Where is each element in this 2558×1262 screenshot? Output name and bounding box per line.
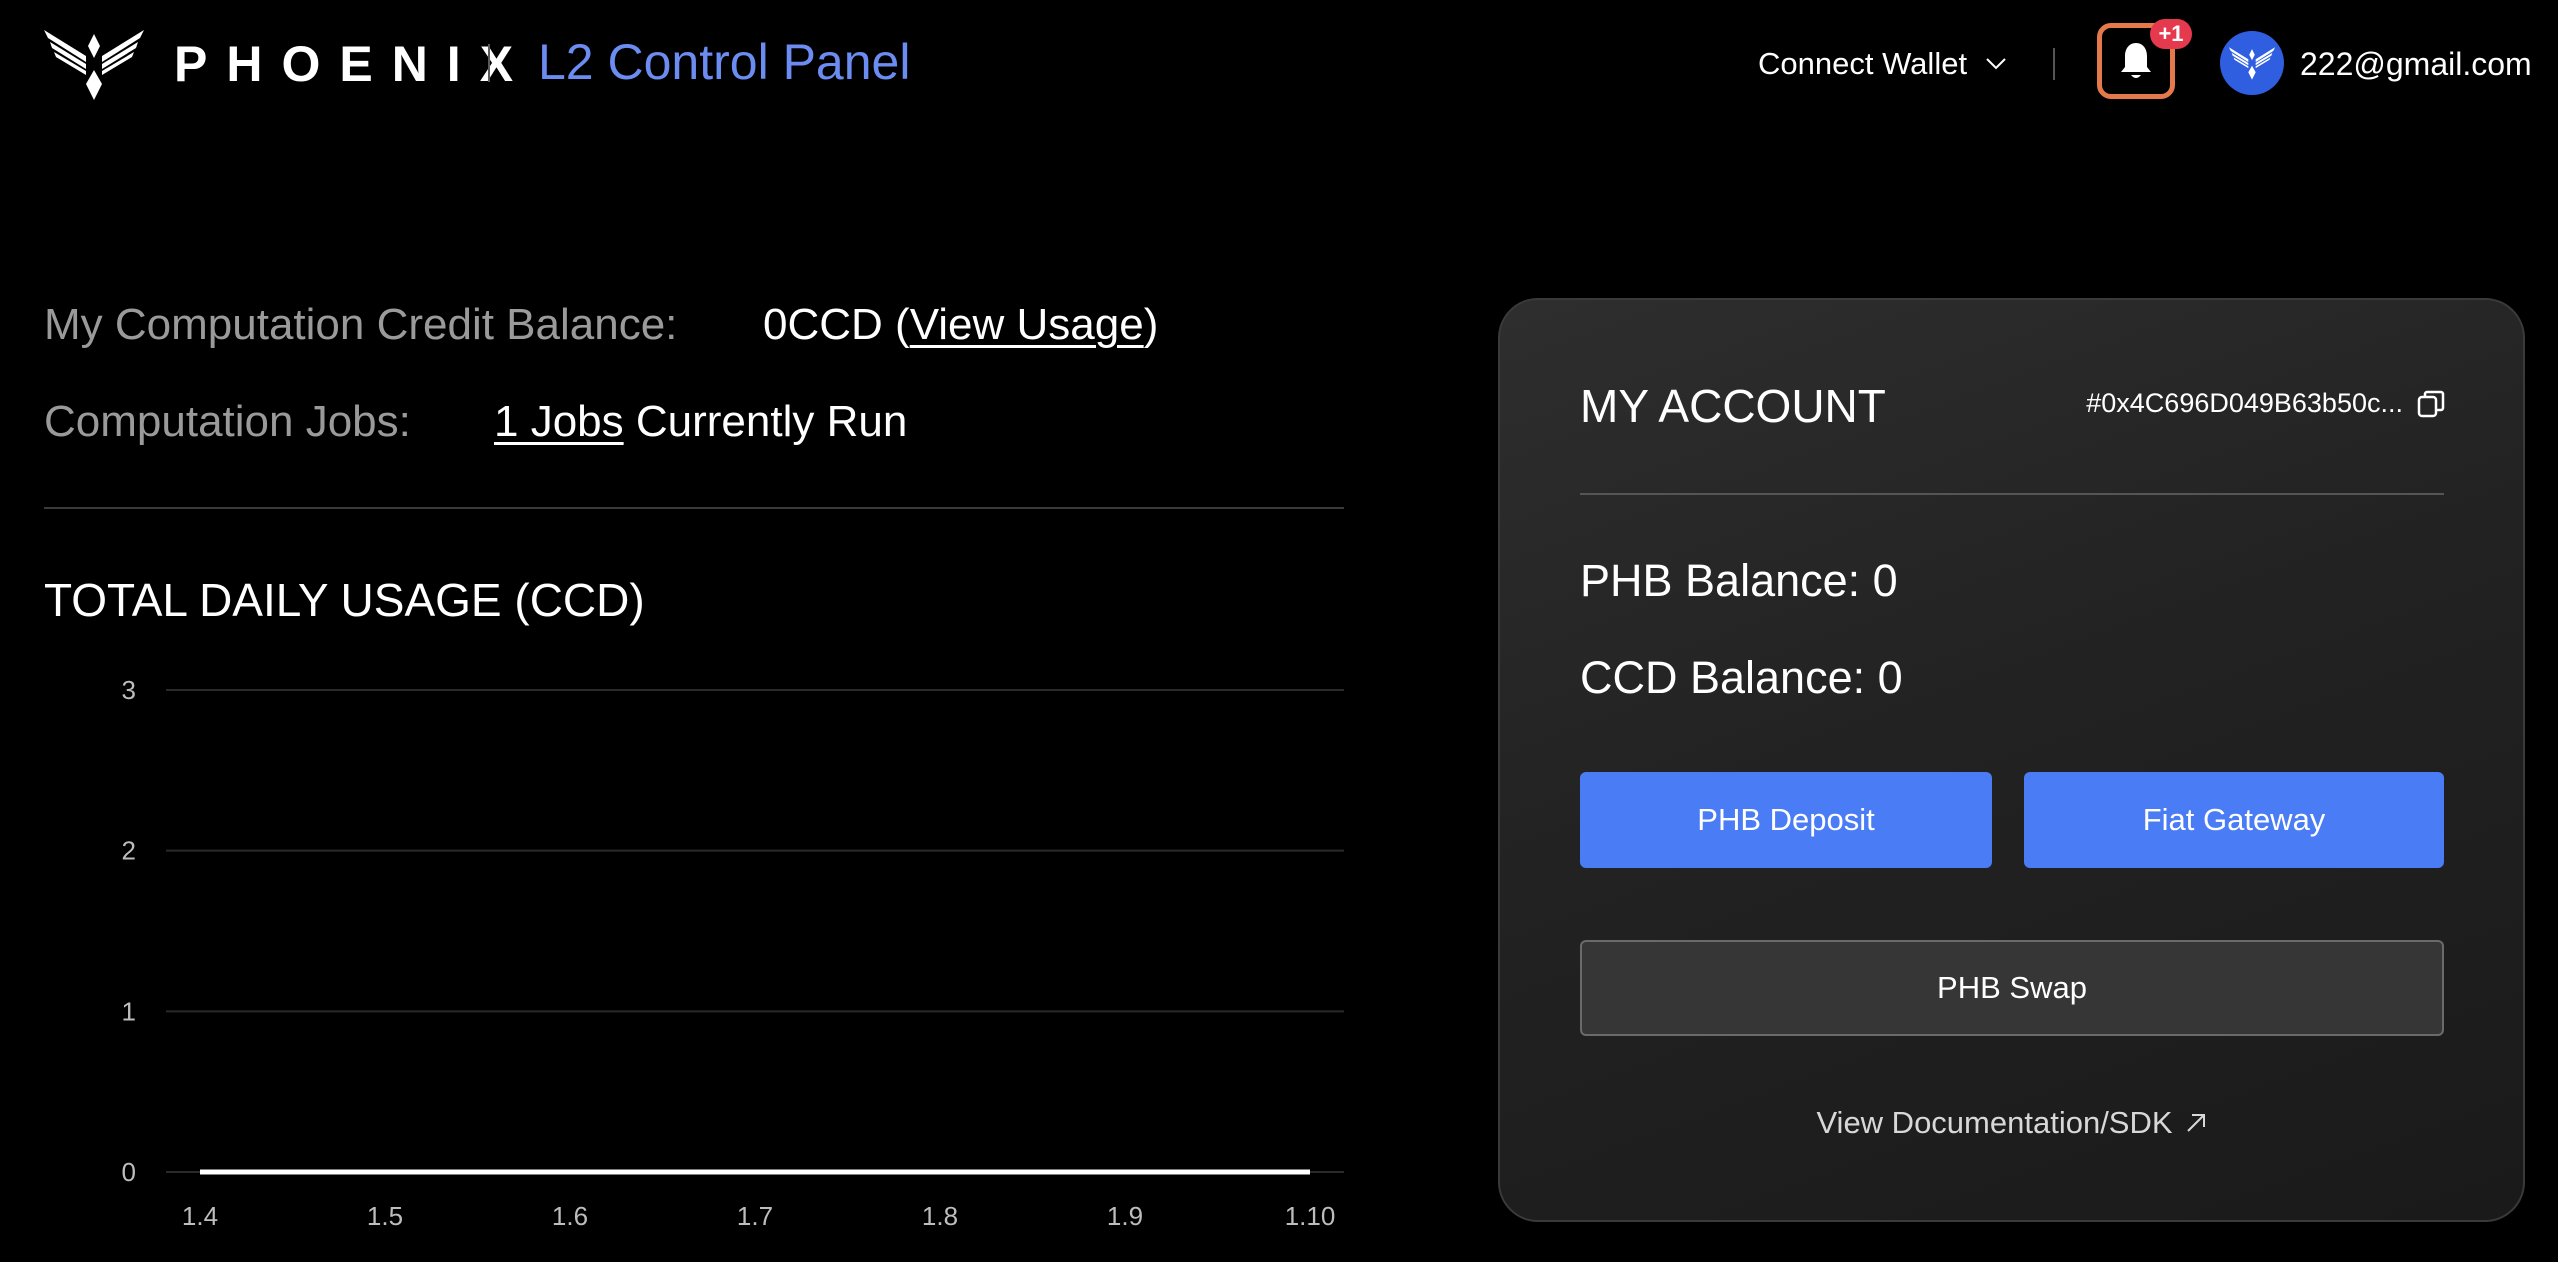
account-divider xyxy=(1580,493,2444,495)
credit-balance-label: My Computation Credit Balance: xyxy=(44,300,678,349)
jobs-link[interactable]: 1 Jobs xyxy=(494,397,624,446)
connect-wallet-dropdown[interactable]: Connect Wallet xyxy=(1758,44,2007,84)
y-tick-label: 1 xyxy=(122,996,136,1026)
app-title: L2 Control Panel xyxy=(538,34,911,90)
computation-jobs-label: Computation Jobs: xyxy=(44,397,411,446)
my-account-card: MY ACCOUNT #0x4C696D049B63b50c... PHB Ba… xyxy=(1498,298,2525,1222)
x-tick-label: 1.10 xyxy=(1285,1201,1336,1231)
notification-badge: +1 xyxy=(2150,19,2192,49)
y-tick-label: 2 xyxy=(122,836,136,866)
wallet-address[interactable]: #0x4C696D049B63b50c... xyxy=(2086,388,2445,419)
documentation-link-label: View Documentation/SDK xyxy=(1816,1105,2173,1140)
phb-swap-button[interactable]: PHB Swap xyxy=(1580,940,2444,1036)
ccd-balance: CCD Balance: 0 xyxy=(1580,652,1903,703)
daily-usage-chart: 0 1 2 3 1.4 1.5 1.6 1.7 1.8 1.9 1.10 xyxy=(122,675,1344,1231)
x-tick-label: 1.5 xyxy=(367,1201,403,1231)
computation-jobs-value-group: 1 Jobs Currently Run xyxy=(494,394,907,450)
x-tick-label: 1.8 xyxy=(922,1201,958,1231)
chevron-down-icon xyxy=(1986,58,2006,70)
credit-balance-row: My Computation Credit Balance: 0CCD (Vie… xyxy=(44,297,1158,353)
account-title: MY ACCOUNT xyxy=(1580,380,1886,432)
brand-wordmark: PHOENIX xyxy=(174,36,533,92)
user-email[interactable]: 222@gmail.com xyxy=(2300,44,2532,84)
header-separator-2 xyxy=(2053,48,2055,80)
x-tick-label: 1.9 xyxy=(1107,1201,1143,1231)
copy-icon[interactable] xyxy=(2417,390,2445,418)
paren-close: ) xyxy=(1143,300,1159,349)
paren-open: ( xyxy=(882,300,910,349)
phoenix-logo-icon[interactable] xyxy=(42,26,146,102)
header-separator xyxy=(488,44,490,82)
y-tick-label: 3 xyxy=(122,675,136,705)
user-avatar[interactable] xyxy=(2220,31,2284,95)
phoenix-avatar-icon xyxy=(2228,47,2276,80)
phb-deposit-button[interactable]: PHB Deposit xyxy=(1580,772,1992,868)
credit-balance-value-group: 0CCD (View Usage) xyxy=(763,297,1158,353)
chart-title: TOTAL DAILY USAGE (CCD) xyxy=(44,574,645,626)
view-usage-link[interactable]: View Usage xyxy=(910,300,1144,349)
fiat-gateway-button[interactable]: Fiat Gateway xyxy=(2024,772,2444,868)
x-tick-label: 1.7 xyxy=(737,1201,773,1231)
connect-wallet-label: Connect Wallet xyxy=(1758,46,1968,81)
computation-jobs-row: Computation Jobs: 1 Jobs Currently Run xyxy=(44,394,907,450)
bell-icon xyxy=(2121,43,2151,78)
external-link-icon xyxy=(2186,1114,2205,1132)
phb-balance: PHB Balance: 0 xyxy=(1580,555,1898,606)
x-tick-label: 1.4 xyxy=(182,1201,218,1231)
credit-balance-value: 0CCD xyxy=(763,300,883,349)
documentation-link[interactable]: View Documentation/SDK xyxy=(1500,1105,2523,1141)
x-tick-label: 1.6 xyxy=(552,1201,588,1231)
wallet-address-text: #0x4C696D049B63b50c... xyxy=(2086,388,2403,418)
summary-divider xyxy=(44,507,1344,509)
y-tick-label: 0 xyxy=(122,1157,136,1187)
jobs-suffix: Currently Run xyxy=(623,397,908,446)
